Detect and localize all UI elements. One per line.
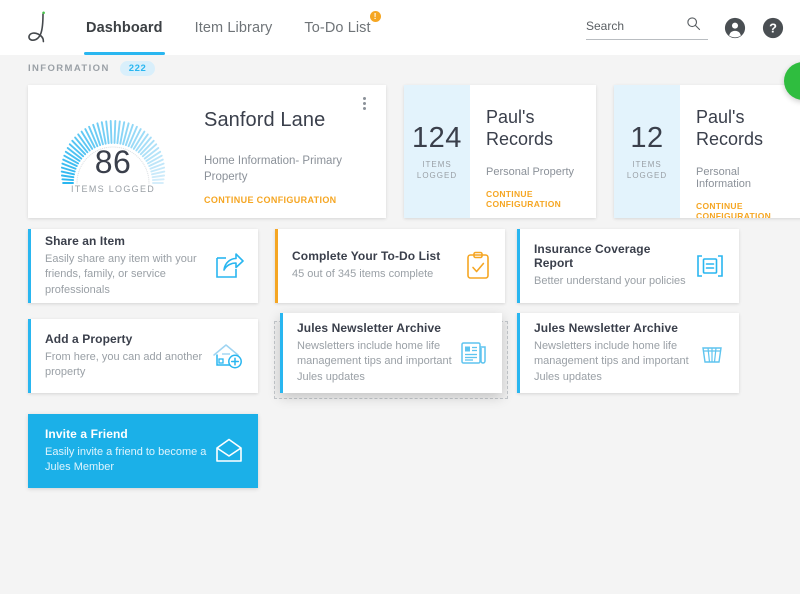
action-card-share-an-item[interactable]: Share an Item Easily share any item with… — [28, 229, 258, 303]
action-card-add-a-property[interactable]: Add a Property From here, you can add an… — [28, 319, 258, 393]
header-actions: ? — [586, 16, 800, 40]
nav-item-to-do-list[interactable]: To-Do List ! — [288, 0, 386, 55]
dashboard-app: Dashboard Item Library To-Do List ! Sear… — [0, 0, 800, 594]
house-plus-icon — [212, 342, 244, 370]
action-card-complete-your-to-do-list[interactable]: Complete Your To-Do List 45 out of 345 i… — [275, 229, 505, 303]
items-logged-panel: 12 ITEMS LOGGED — [614, 85, 680, 218]
action-card-title: Share an Item — [45, 234, 125, 249]
continue-configuration-link[interactable]: CONTINUE CONFIGURATION — [204, 195, 368, 205]
action-card-description: 45 out of 345 items complete — [292, 268, 434, 281]
document-lines-icon — [695, 253, 725, 279]
action-card-title: Jules Newsletter Archive — [534, 321, 679, 336]
information-card-personal-property[interactable]: 124 ITEMS LOGGED Paul's Records Personal… — [404, 85, 596, 218]
action-card-title: Jules Newsletter Archive — [297, 321, 442, 336]
clipboard-check-icon — [465, 251, 491, 281]
gauge-value-label: ITEMS LOGGED — [70, 183, 156, 194]
information-card-personal-information[interactable]: 12 ITEMS LOGGED Paul's Records Personal … — [614, 85, 800, 218]
gauge-value: 86 — [94, 143, 132, 180]
nav-label: Dashboard — [86, 19, 163, 36]
items-logged-label: ITEMS LOGGED — [626, 159, 668, 180]
information-card-body: Paul's Records Personal Property CONTINU… — [470, 85, 596, 218]
information-card-body: Paul's Records Personal Information CONT… — [680, 85, 800, 218]
nav-label: To-Do List — [304, 19, 371, 36]
information-section-header: INFORMATION 222 — [0, 55, 800, 81]
action-card-description: Newsletters include home life management… — [297, 340, 452, 383]
action-card-title: Insurance Coverage Report — [534, 242, 651, 271]
record-subtitle: Personal Property — [486, 166, 575, 179]
information-card-body: Sanford Lane Home Information- Primary P… — [198, 85, 386, 218]
envelope-open-icon — [214, 438, 244, 464]
actions-grid: Share an Item Easily share any item with… — [0, 229, 800, 569]
nav-label: Item Library — [194, 19, 273, 36]
app-header: Dashboard Item Library To-Do List ! Sear… — [0, 0, 800, 55]
main-nav: Dashboard Item Library To-Do List ! — [70, 0, 387, 55]
information-card-gauge[interactable]: 86 ITEMS LOGGED Sanford Lane Home Inform… — [28, 85, 386, 218]
search-icon[interactable] — [686, 16, 701, 36]
nav-item-dashboard[interactable]: Dashboard — [70, 0, 179, 55]
action-card-description: From here, you can add another property — [45, 350, 203, 378]
action-card-title: Invite a Friend — [45, 426, 128, 441]
newspaper-icon — [460, 340, 488, 366]
search-input[interactable] — [586, 18, 686, 33]
action-card-description: Better understand your policies — [534, 275, 686, 288]
continue-configuration-link[interactable]: CONTINUE CONFIGURATION — [696, 201, 794, 218]
search-box[interactable] — [586, 16, 708, 40]
items-logged-value: 12 — [630, 121, 664, 154]
nav-item-item-library[interactable]: Item Library — [179, 0, 289, 55]
items-logged-panel: 124 ITEMS LOGGED — [404, 85, 470, 218]
information-cards-row: 86 ITEMS LOGGED Sanford Lane Home Inform… — [0, 85, 800, 225]
items-logged-label: ITEMS LOGGED — [416, 159, 458, 180]
property-subtitle: Home Information- Primary Property — [204, 155, 343, 183]
action-card-description: Easily invite a friend to become a Jules… — [45, 445, 207, 473]
share-arrow-icon — [214, 252, 244, 280]
account-circle-icon[interactable] — [724, 17, 746, 39]
continue-configuration-link[interactable]: CONTINUE CONFIGURATION — [486, 189, 584, 209]
action-card-title: Complete Your To-Do List — [292, 249, 441, 264]
items-logged-value: 124 — [412, 121, 462, 154]
property-name: Sanford Lane — [204, 109, 326, 131]
kebab-menu-icon[interactable] — [359, 93, 370, 114]
newspaper-icon — [699, 340, 725, 366]
action-card-insurance-coverage-report[interactable]: Insurance Coverage Report Better underst… — [517, 229, 739, 303]
record-name: Paul's Records — [696, 107, 764, 149]
action-card-invite-a-friend[interactable]: Invite a Friend Easily invite a friend t… — [28, 414, 258, 488]
jules-logo-icon[interactable] — [8, 11, 70, 45]
items-logged-gauge: 86 ITEMS LOGGED — [28, 85, 198, 218]
action-card-title: Add a Property — [45, 331, 133, 346]
nav-notification-badge: ! — [369, 11, 381, 22]
action-card-description: Easily share any item with your friends,… — [45, 253, 197, 296]
action-card-jules-newsletter-archive-dragging[interactable]: Jules Newsletter Archive Newsletters inc… — [280, 313, 502, 393]
section-label: INFORMATION — [28, 62, 110, 74]
dashboard-content: INFORMATION 222 86 ITEMS LOGGED Sanford … — [0, 55, 800, 594]
action-card-description: Newsletters include home life management… — [534, 340, 689, 383]
action-card-jules-newsletter-archive[interactable]: Jules Newsletter Archive Newsletters inc… — [517, 313, 739, 393]
help-circle-icon[interactable]: ? — [762, 17, 784, 39]
record-name: Paul's Records — [486, 107, 554, 149]
information-count-badge: 222 — [119, 60, 156, 76]
svg-text:?: ? — [769, 20, 777, 35]
record-subtitle: Personal Information — [696, 166, 752, 191]
